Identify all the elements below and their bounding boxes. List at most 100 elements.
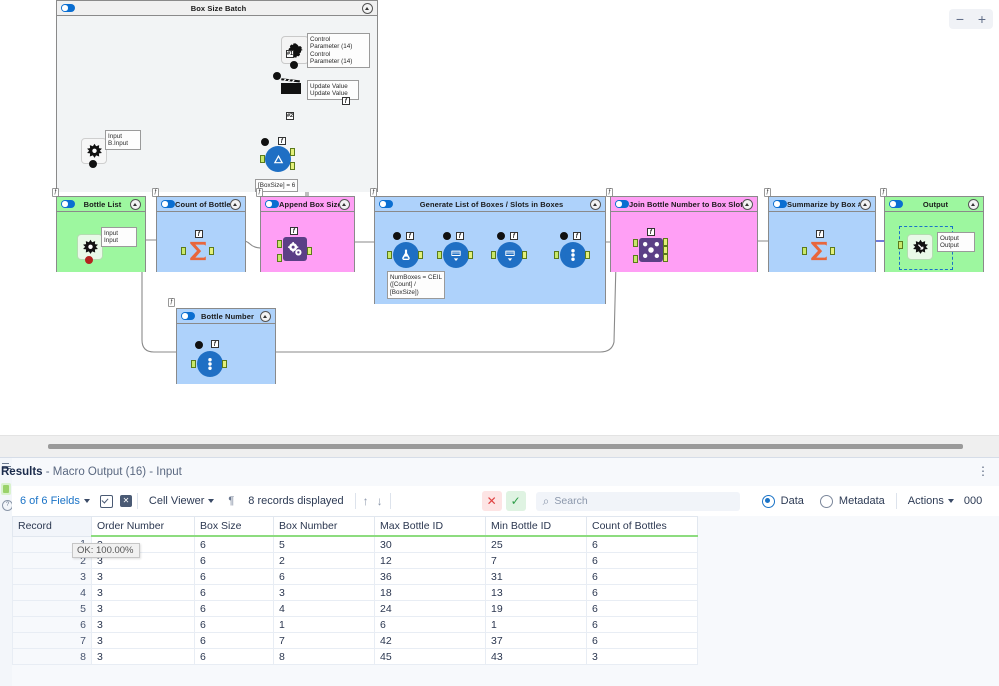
node-select-1[interactable]: ƒ xyxy=(437,232,473,268)
cell-max-bottle-id[interactable]: 45 xyxy=(374,648,486,665)
cell-min-bottle-id[interactable]: 37 xyxy=(485,632,587,649)
container-bottle-list[interactable]: Bottle List Input Input xyxy=(56,196,146,272)
node-output-port[interactable] xyxy=(830,247,835,255)
data-preview-icon[interactable] xyxy=(1,483,11,495)
cell-count-of-bottles[interactable]: 6 xyxy=(586,535,698,553)
cell-box-size[interactable]: 6 xyxy=(194,616,274,633)
cell-box-size[interactable]: 6 xyxy=(194,568,274,585)
column-header-max-bottle-id[interactable]: Max Bottle ID xyxy=(374,516,486,537)
chevron-down-icon[interactable] xyxy=(208,499,215,503)
node-output-port-false[interactable] xyxy=(290,162,295,170)
node-output-port[interactable] xyxy=(522,251,527,259)
cell-record[interactable]: 6 xyxy=(12,616,92,633)
container-body[interactable]: ƒ NumBoxes = CEIL ([Count] / [BoxSize]) xyxy=(375,212,605,304)
cell-viewer-selector[interactable]: Cell Viewer xyxy=(141,495,222,507)
chevron-down-icon[interactable] xyxy=(947,499,954,503)
container-toggle-icon[interactable] xyxy=(61,200,75,208)
node-macro-output[interactable] xyxy=(898,234,933,260)
collapse-icon[interactable] xyxy=(860,198,871,210)
cell-max-bottle-id[interactable]: 12 xyxy=(374,552,486,569)
accept-button[interactable]: ✓ xyxy=(505,491,526,511)
node-input-port[interactable] xyxy=(802,247,807,255)
radio-data[interactable]: Data xyxy=(754,494,812,508)
container-toggle-icon[interactable] xyxy=(61,4,75,12)
column-header-order-number[interactable]: Order Number xyxy=(91,516,195,537)
cell-box-number[interactable]: 8 xyxy=(273,648,375,665)
container-header[interactable]: Box Size Batch xyxy=(57,1,377,16)
results-toolbar[interactable]: 6 of 6 Fields ✕ Cell Viewer ¶ 8 records … xyxy=(12,486,999,517)
container-body[interactable]: ƒ xyxy=(261,212,354,272)
table-row[interactable]: 7 3 6 7 42 37 6 xyxy=(12,632,698,649)
node-input-port[interactable] xyxy=(387,251,392,259)
container-toggle-icon[interactable] xyxy=(773,200,787,208)
node-summarize[interactable]: ƒ xyxy=(181,230,214,262)
column-header-box-size[interactable]: Box Size xyxy=(194,516,274,537)
node-output-port-join[interactable] xyxy=(663,246,668,254)
cell-order-number[interactable]: 3 xyxy=(91,616,195,633)
cell-order-number[interactable]: 3 xyxy=(91,632,195,649)
node-bottle-list-input[interactable] xyxy=(77,234,103,264)
container-body[interactable]: ƒ xyxy=(157,212,245,272)
node-join[interactable]: ƒ xyxy=(633,228,668,263)
node-summarize[interactable]: ƒ xyxy=(802,230,835,262)
column-header-record[interactable]: Record xyxy=(12,516,92,537)
search-input[interactable]: Search xyxy=(554,495,587,507)
container-header[interactable]: Summarize by Box # xyxy=(769,197,875,212)
node-input-port-right[interactable] xyxy=(633,255,638,263)
collapse-icon[interactable] xyxy=(260,310,271,322)
node-append-fields[interactable]: ƒ xyxy=(277,227,312,262)
pilcrow-button[interactable]: ¶ xyxy=(222,495,240,507)
container-box-size-batch[interactable]: Box Size Batch Control Parameter (14) Co… xyxy=(56,0,378,192)
container-header[interactable]: Bottle Number xyxy=(177,309,275,324)
cell-box-size[interactable]: 6 xyxy=(194,584,274,601)
container-body[interactable]: Input Input xyxy=(57,212,145,272)
node-output-port-left[interactable] xyxy=(663,238,668,246)
canvas-horizontal-scrollbar[interactable] xyxy=(0,435,999,458)
results-table-container[interactable]: Record Order Number Box Size Box Number … xyxy=(12,516,999,686)
container-generate-list[interactable]: Generate List of Boxes / Slots in Boxes … xyxy=(374,196,606,304)
container-toggle-icon[interactable] xyxy=(889,200,903,208)
cell-box-size[interactable]: 6 xyxy=(194,535,274,553)
select-all-fields-icon[interactable] xyxy=(99,494,113,508)
collapse-icon[interactable] xyxy=(130,198,141,210)
reject-button[interactable]: ✕ xyxy=(481,491,502,511)
table-row[interactable]: 5 3 6 4 24 19 6 xyxy=(12,600,698,617)
cell-max-bottle-id[interactable]: 24 xyxy=(374,600,486,617)
cell-order-number[interactable]: 3 xyxy=(91,584,195,601)
node-input-port[interactable] xyxy=(260,155,265,163)
radio-data-icon[interactable] xyxy=(761,494,775,508)
cell-box-number[interactable]: 7 xyxy=(273,632,375,649)
cell-count-of-bottles[interactable]: 6 xyxy=(586,584,698,601)
cell-box-size[interactable]: 6 xyxy=(194,648,274,665)
collapse-icon[interactable] xyxy=(968,198,979,210)
scroll-down-button[interactable]: ↓ xyxy=(373,494,387,508)
container-toggle-icon[interactable] xyxy=(161,200,175,208)
radio-metadata-icon[interactable] xyxy=(819,494,833,508)
cell-record[interactable]: 4 xyxy=(12,584,92,601)
results-overflow-menu-icon[interactable]: ⋮ xyxy=(977,465,989,477)
cell-max-bottle-id[interactable]: 6 xyxy=(374,616,486,633)
canvas-zoom-controls[interactable]: − + xyxy=(949,9,993,29)
radio-metadata[interactable]: Metadata xyxy=(812,494,893,508)
cell-record[interactable]: 5 xyxy=(12,600,92,617)
collapse-icon[interactable] xyxy=(230,198,241,210)
node-output-port[interactable] xyxy=(468,251,473,259)
cell-order-number[interactable]: 3 xyxy=(91,600,195,617)
node-input-port-target[interactable] xyxy=(277,240,282,248)
zoom-in-button[interactable]: + xyxy=(971,9,993,29)
node-input-port[interactable] xyxy=(437,251,442,259)
container-header[interactable]: Bottle List xyxy=(57,197,145,212)
container-output[interactable]: Output Output Output xyxy=(884,196,984,272)
node-select-2[interactable]: ƒ xyxy=(491,232,527,268)
node-formula-boxsize[interactable]: ƒ xyxy=(260,137,295,172)
container-body[interactable]: Control Parameter (14) Control Parameter… xyxy=(57,16,377,192)
container-summarize-by-box[interactable]: Summarize by Box # ƒ xyxy=(768,196,876,272)
cell-count-of-bottles[interactable]: 6 xyxy=(586,568,698,585)
node-multi-row-formula[interactable]: ƒ xyxy=(554,232,590,268)
node-output-port-right[interactable] xyxy=(663,254,668,262)
node-macro-input[interactable] xyxy=(81,138,107,168)
collapse-icon[interactable] xyxy=(742,198,753,210)
cell-min-bottle-id[interactable]: 31 xyxy=(485,568,587,585)
scrollbar-thumb[interactable] xyxy=(48,444,963,449)
table-row[interactable]: 3 3 6 6 36 31 6 xyxy=(12,568,698,585)
